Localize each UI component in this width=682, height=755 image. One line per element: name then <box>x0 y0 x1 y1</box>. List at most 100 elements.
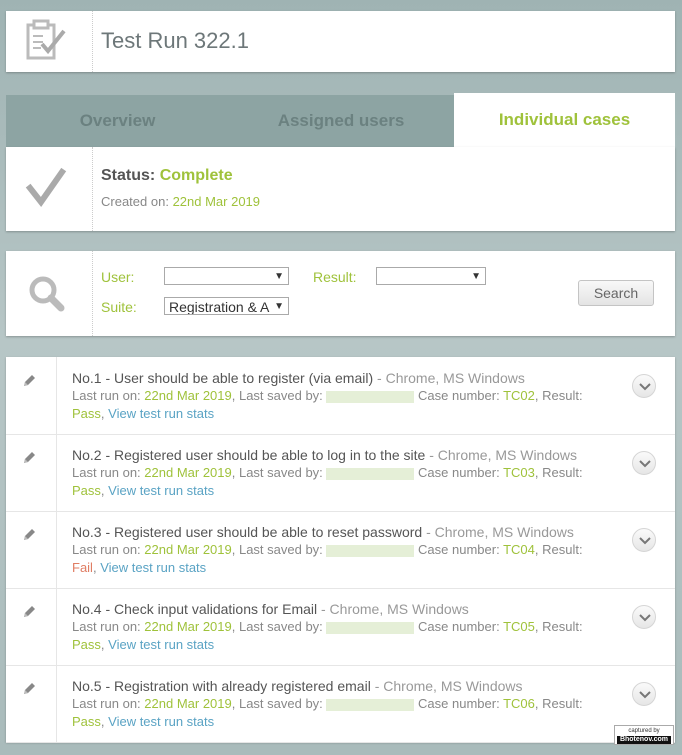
view-stats-link[interactable]: View test run stats <box>108 483 214 498</box>
view-stats-link[interactable]: View test run stats <box>108 637 214 652</box>
edit-case-button[interactable] <box>6 434 57 511</box>
view-stats-link[interactable]: View test run stats <box>100 560 206 575</box>
edit-case-button[interactable] <box>6 511 57 588</box>
case-environment: - Chrome, MS Windows <box>370 678 523 694</box>
case-number-label: Case number: <box>418 619 500 634</box>
last-run-date: 22nd Mar 2019 <box>144 619 232 634</box>
case-number: TC02 <box>503 388 535 403</box>
case-result: Pass <box>72 406 101 421</box>
last-run-label: Last run on: <box>72 465 141 480</box>
case-meta-line: Last run on: 22nd Mar 2019, Last saved b… <box>72 388 583 403</box>
case-title[interactable]: No.3 - Registered user should be able to… <box>72 524 422 540</box>
result-label: , Result: <box>534 696 583 711</box>
case-row[interactable]: No.5 - Registration with already registe… <box>6 665 675 743</box>
chevron-down-icon <box>639 460 651 468</box>
pencil-icon <box>24 375 35 386</box>
expand-button[interactable] <box>632 682 656 706</box>
result-label: , Result: <box>534 542 583 557</box>
last-saved-label: , Last saved by: <box>231 542 323 557</box>
case-number-label: Case number: <box>418 542 500 557</box>
status-line: Status: Complete <box>101 167 233 185</box>
expand-button[interactable] <box>632 605 656 629</box>
last-run-label: Last run on: <box>72 542 141 557</box>
case-list: No.1 - User should be able to register (… <box>6 357 675 743</box>
expand-button[interactable] <box>632 374 656 398</box>
result-filter-select[interactable]: ▼ <box>376 267 486 285</box>
case-meta-line: Last run on: 22nd Mar 2019, Last saved b… <box>72 696 583 711</box>
case-number: TC05 <box>503 619 535 634</box>
tab-overview[interactable]: Overview <box>6 95 229 147</box>
pencil-icon <box>24 683 35 694</box>
created-label: Created on: <box>101 194 169 209</box>
user-filter-select[interactable]: ▼ <box>164 267 289 285</box>
last-run-date: 22nd Mar 2019 <box>144 696 232 711</box>
case-title-line: No.5 - Registration with already registe… <box>72 678 523 694</box>
case-title[interactable]: No.4 - Check input validations for Email <box>72 601 317 617</box>
case-environment: - Chrome, MS Windows <box>425 447 578 463</box>
watermark-line2: Bhotenov.com <box>617 736 671 744</box>
tab-assigned-users[interactable]: Assigned users <box>229 95 453 147</box>
case-meta-line: Last run on: 22nd Mar 2019, Last saved b… <box>72 465 583 480</box>
redacted-user <box>326 467 415 480</box>
case-result: Pass <box>72 637 101 652</box>
result-label: , Result: <box>534 619 583 634</box>
created-date: 22nd Mar 2019 <box>172 194 261 209</box>
redacted-user <box>326 698 415 711</box>
case-title-line: No.2 - Registered user should be able to… <box>72 447 577 463</box>
redacted-user <box>326 544 415 557</box>
case-result: Pass <box>72 483 101 498</box>
case-environment: - Chrome, MS Windows <box>317 601 469 617</box>
checkmark-icon <box>6 147 93 231</box>
case-title-line: No.3 - Registered user should be able to… <box>72 524 574 540</box>
last-run-label: Last run on: <box>72 696 141 711</box>
chevron-down-icon <box>639 537 651 545</box>
result-filter-label: Result: <box>313 269 357 285</box>
redacted-user <box>326 621 415 634</box>
case-title-line: No.1 - User should be able to register (… <box>72 370 525 386</box>
search-icon <box>6 251 93 336</box>
expand-button[interactable] <box>632 451 656 475</box>
chevron-down-icon <box>639 614 651 622</box>
pencil-icon <box>24 452 35 463</box>
search-button[interactable]: Search <box>578 280 654 306</box>
view-stats-link[interactable]: View test run stats <box>108 714 214 729</box>
case-title[interactable]: No.2 - Registered user should be able to… <box>72 447 425 463</box>
view-stats-link[interactable]: View test run stats <box>108 406 214 421</box>
status-panel: Status: Complete Created on: 22nd Mar 20… <box>6 147 675 231</box>
page-title: Test Run 322.1 <box>101 28 249 53</box>
case-number: TC06 <box>503 696 535 711</box>
edit-case-button[interactable] <box>6 588 57 665</box>
redacted-user <box>326 390 415 403</box>
chevron-down-icon <box>639 691 651 699</box>
last-saved-label: , Last saved by: <box>231 388 323 403</box>
case-row[interactable]: No.3 - Registered user should be able to… <box>6 511 675 589</box>
suite-filter-select[interactable]: Registration & A ▼ <box>164 297 289 315</box>
last-saved-label: , Last saved by: <box>231 696 323 711</box>
capture-watermark: captured by Bhotenov.com <box>614 725 674 745</box>
last-run-label: Last run on: <box>72 388 141 403</box>
last-run-label: Last run on: <box>72 619 141 634</box>
case-number: TC03 <box>503 465 535 480</box>
case-environment: - Chrome, MS Windows <box>422 524 574 540</box>
case-title[interactable]: No.1 - User should be able to register (… <box>72 370 373 386</box>
suite-filter-label: Suite: <box>101 299 137 315</box>
case-row[interactable]: No.1 - User should be able to register (… <box>6 357 675 435</box>
expand-button[interactable] <box>632 528 656 552</box>
edit-case-button[interactable] <box>6 357 57 434</box>
result-label: , Result: <box>534 388 583 403</box>
last-run-date: 22nd Mar 2019 <box>144 388 232 403</box>
case-title[interactable]: No.5 - Registration with already registe… <box>72 678 371 694</box>
pencil-icon <box>24 606 35 617</box>
result-label: , Result: <box>534 465 583 480</box>
filter-panel: User: ▼ Result: ▼ Suite: Registration & … <box>6 251 675 336</box>
user-filter-label: User: <box>101 269 135 285</box>
case-meta-line: Last run on: 22nd Mar 2019, Last saved b… <box>72 619 583 634</box>
case-row[interactable]: No.2 - Registered user should be able to… <box>6 434 675 512</box>
case-result-line: Pass, View test run stats <box>72 714 215 729</box>
edit-case-button[interactable] <box>6 665 57 742</box>
clipboard-check-icon <box>6 11 93 72</box>
case-number-label: Case number: <box>418 696 500 711</box>
case-row[interactable]: No.4 - Check input validations for Email… <box>6 588 675 666</box>
case-number-label: Case number: <box>418 465 500 480</box>
tab-individual-cases[interactable]: Individual cases <box>454 93 675 147</box>
